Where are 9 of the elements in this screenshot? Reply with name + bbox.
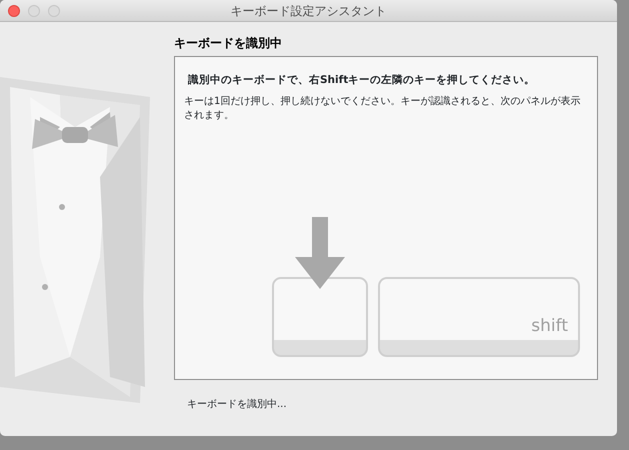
note-text: キーは1回だけ押し、押し続けないでください。キーが認識されると、次のパネルが表示されます。 [184,94,582,124]
section-heading: キーボードを識別中 [174,35,283,52]
window-title: キーボード設定アシスタント [230,2,386,20]
instruction-text: 識別中のキーボードで、右Shiftキーの左隣のキーを押してください。 [188,73,536,88]
key-label: shift [531,314,568,338]
status-text: キーボードを識別中... [187,398,288,412]
close-button[interactable] [8,5,20,17]
zoom-button[interactable] [48,5,60,17]
minimize-button[interactable] [28,5,40,17]
